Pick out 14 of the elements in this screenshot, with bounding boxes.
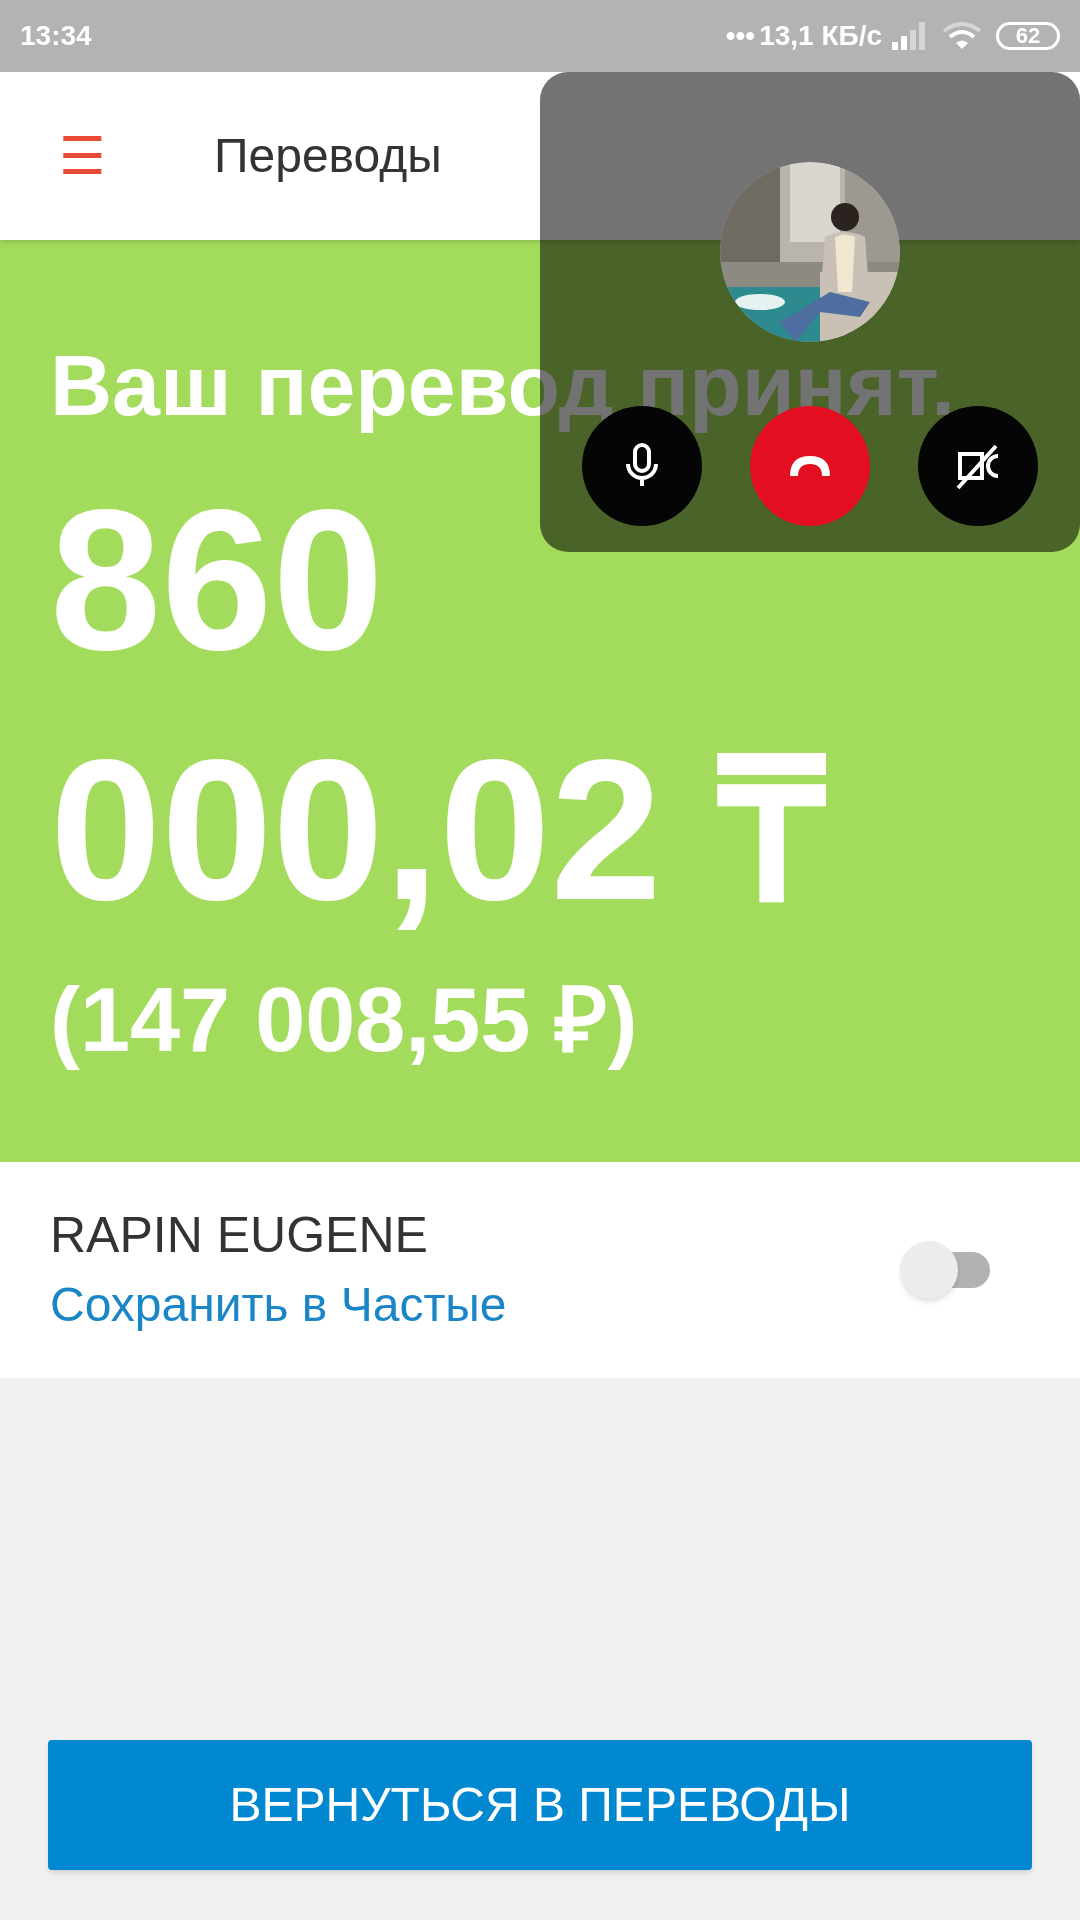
- transfer-amount: 000,02 ₸: [50, 717, 827, 943]
- status-dots: •••: [725, 19, 756, 53]
- transfer-amount: 860: [50, 467, 384, 693]
- wifi-icon: [942, 21, 982, 51]
- menu-button[interactable]: ☰: [50, 132, 114, 180]
- hang-up-icon: [788, 454, 832, 478]
- save-favorites-label: Сохранить в Частые: [50, 1277, 508, 1333]
- battery-indicator: 62: [996, 22, 1060, 50]
- network-speed: 13,1 КБ/с: [759, 19, 882, 53]
- page-title: Переводы: [214, 128, 442, 184]
- status-time: 13:34: [20, 19, 92, 53]
- recipient-name: RAPIN EUGENE: [50, 1206, 429, 1265]
- back-to-transfers-button[interactable]: ВЕРНУТЬСЯ В ПЕРЕВОДЫ: [48, 1740, 1032, 1870]
- converted-amount: (147 008,55 ₽): [50, 969, 638, 1072]
